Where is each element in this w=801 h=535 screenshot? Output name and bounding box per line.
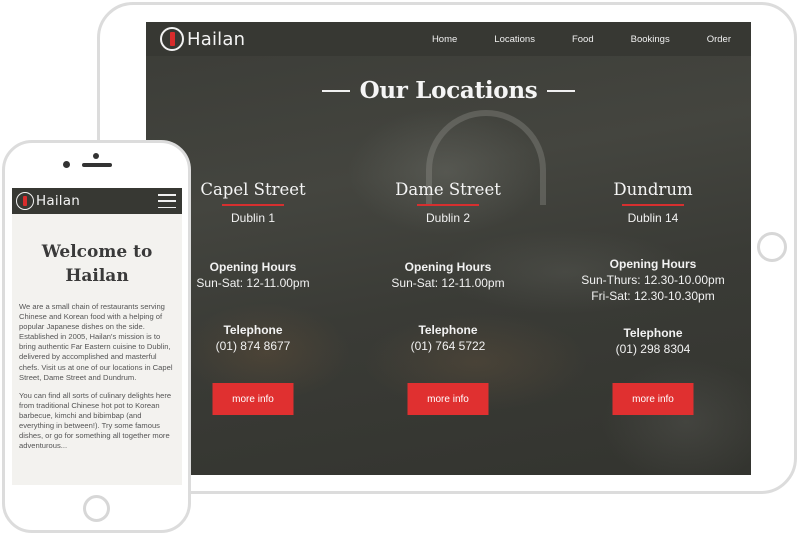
hours-line: Sun-Thurs: 12.30-10.00pm [581,273,725,287]
more-info-button[interactable]: more info [612,383,694,415]
nav-home[interactable]: Home [432,34,457,45]
location-area: Dublin 2 [425,211,471,225]
heading-rule-right [547,89,576,92]
desktop-nav-links: Home Locations Food Bookings Order [432,34,731,45]
hours-line: Fri-Sat: 12.30-10.30pm [591,289,715,303]
telephone: Telephone (01) 298 8304 [558,326,748,357]
nav-food[interactable]: Food [572,34,594,45]
location-area: Dublin 14 [627,211,679,225]
location-underline [222,204,284,206]
telephone: Telephone (01) 764 5722 [353,323,543,354]
intro-paragraph: We are a small chain of restaurants serv… [19,302,173,382]
opening-hours: Opening Hours Sun-Sat: 12-11.00pm [353,260,543,291]
intro-paragraph: You can find all sorts of culinary delig… [19,390,172,451]
section-heading: Our Locations [146,77,751,104]
nav-order[interactable]: Order [707,34,731,45]
nav-locations[interactable]: Locations [494,34,535,45]
telephone-number[interactable]: (01) 764 5722 [353,339,543,354]
heading-rule-left [321,89,350,92]
telephone-number[interactable]: (01) 298 8304 [558,342,748,357]
location-underline [417,204,479,206]
mobile-navbar: Hailan [12,188,182,214]
opening-hours: Opening Hours Sun-Thurs: 12.30-10.00pm F… [558,257,748,304]
phone-camera [93,153,99,159]
logo-icon [16,192,34,210]
telephone-label: Telephone [418,323,478,337]
welcome-title: Welcome to Hailan [41,242,153,286]
logo-icon [160,27,184,51]
location-name: Dundrum [613,180,693,199]
telephone-label: Telephone [623,326,683,340]
hours-label: Opening Hours [609,257,697,271]
hours-label: Opening Hours [404,260,492,274]
tablet-home-button [757,232,787,262]
mobile-logo[interactable]: Hailan [16,192,80,210]
tablet-screen: Hailan Home Locations Food Bookings Orde… [146,22,751,475]
location-name: Dame Street [395,180,501,199]
hamburger-menu-icon[interactable] [158,194,176,208]
more-info-button[interactable]: more info [212,383,294,415]
phone-screen: Hailan Welcome to Hailan We are a small … [12,188,182,485]
hours-line: Sun-Sat: 12-11.00pm [391,276,505,290]
location-underline [622,204,684,206]
phone-home-button [83,495,110,522]
page-title: Our Locations [359,77,538,104]
brand-name: Hailan [36,193,80,209]
brand-name: Hailan [187,28,246,50]
desktop-logo[interactable]: Hailan [160,27,245,51]
desktop-navbar: Hailan Home Locations Food Bookings Orde… [146,22,751,56]
location-card-dundrum: Dundrum Dublin 14 Opening Hours Sun-Thur… [558,180,748,415]
phone-sensor [63,161,70,168]
phone-speaker [82,163,112,167]
more-info-button[interactable]: more info [407,383,489,415]
nav-bookings[interactable]: Bookings [631,34,670,45]
location-card-dame-street: Dame Street Dublin 2 Opening Hours Sun-S… [353,180,543,415]
